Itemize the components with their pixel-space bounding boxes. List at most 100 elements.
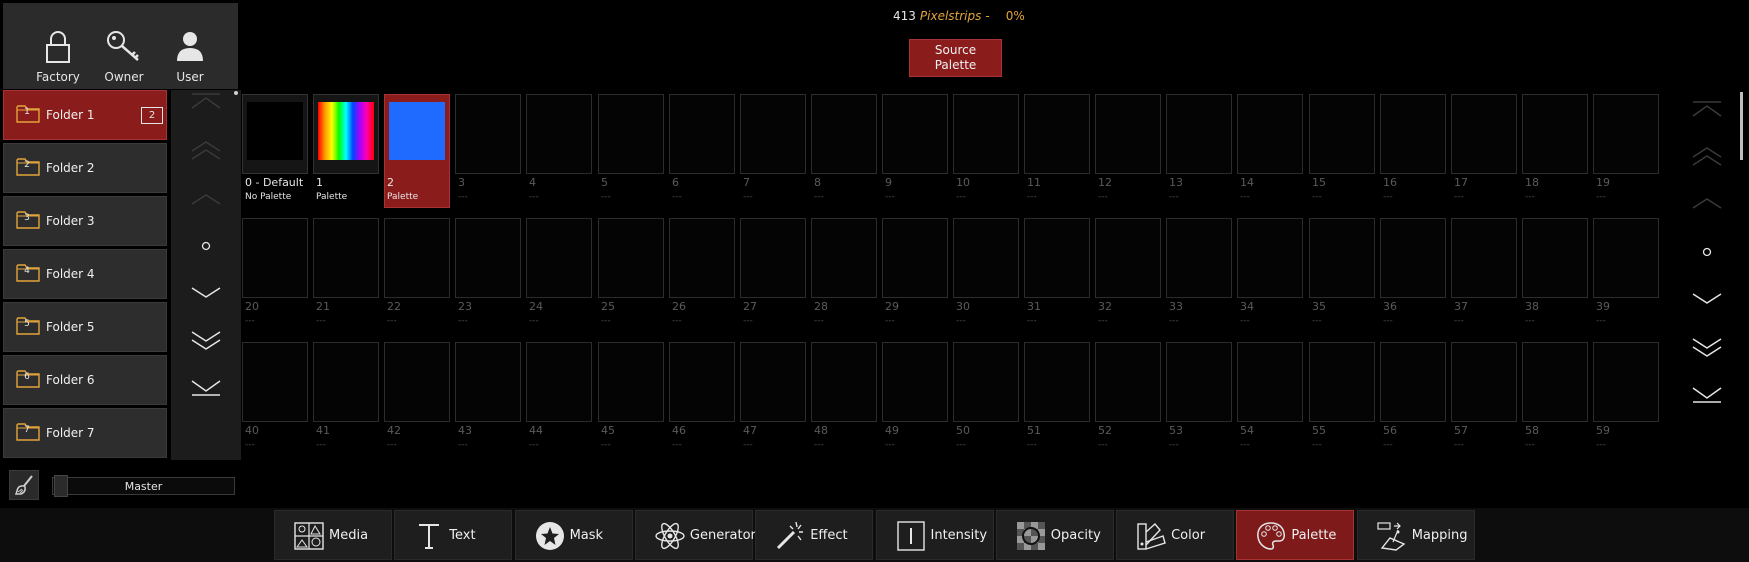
palette-slot-13[interactable] xyxy=(1166,94,1232,174)
tab-effect[interactable]: Effect xyxy=(755,510,874,560)
palette-slot-4[interactable] xyxy=(526,94,592,174)
palette-slot-label: 45 xyxy=(601,424,615,437)
folder-item[interactable]: 2 Folder 2 xyxy=(3,143,167,193)
tab-text[interactable]: Text xyxy=(394,510,513,560)
palette-slot-28[interactable] xyxy=(811,218,877,298)
palette-slot-56[interactable] xyxy=(1380,342,1446,422)
palette-slot-50[interactable] xyxy=(953,342,1019,422)
palette-slot-24[interactable] xyxy=(526,218,592,298)
palette-slot-31[interactable] xyxy=(1024,218,1090,298)
palette-slot-11[interactable] xyxy=(1024,94,1090,174)
palette-slot-1[interactable] xyxy=(313,94,379,174)
palette-slot-33[interactable] xyxy=(1166,218,1232,298)
palette-slot-27[interactable] xyxy=(740,218,806,298)
folder-item[interactable]: 6 Folder 6 xyxy=(3,355,167,405)
palette-slot-49[interactable] xyxy=(882,342,948,422)
palette-slot-0[interactable] xyxy=(242,94,308,174)
palette-slot-53[interactable] xyxy=(1166,342,1232,422)
palette-slot-21[interactable] xyxy=(313,218,379,298)
double-up-bar-button[interactable] xyxy=(1672,90,1742,130)
palette-slot-19[interactable] xyxy=(1593,94,1659,174)
palette-slot-51[interactable] xyxy=(1024,342,1090,422)
palette-slot-40[interactable] xyxy=(242,342,308,422)
palette-slot-44[interactable] xyxy=(526,342,592,422)
palette-slot-38[interactable] xyxy=(1522,218,1588,298)
tab-generator[interactable]: Generator xyxy=(634,510,756,560)
tab-intensity[interactable]: Intensity xyxy=(875,510,994,560)
palette-slot-36[interactable] xyxy=(1380,218,1446,298)
double-down-bar-button[interactable] xyxy=(171,367,241,407)
double-chevron-down-button[interactable] xyxy=(1672,327,1742,367)
tab-media[interactable]: Media xyxy=(274,510,392,560)
tab-color[interactable]: Color xyxy=(1116,510,1235,560)
palette-slot-35[interactable] xyxy=(1309,218,1375,298)
tab-mapping[interactable]: Mapping xyxy=(1356,510,1475,560)
master-fader[interactable]: Master xyxy=(52,475,235,497)
chevron-up-button[interactable] xyxy=(1672,184,1742,224)
palette-slot-20[interactable] xyxy=(242,218,308,298)
palette-slot-9[interactable] xyxy=(882,94,948,174)
palette-slot-57[interactable] xyxy=(1451,342,1517,422)
palette-slot-41[interactable] xyxy=(313,342,379,422)
palette-slot-29[interactable] xyxy=(882,218,948,298)
folder-item[interactable]: 7 Folder 7 xyxy=(3,408,167,458)
folder-item[interactable]: 1 Folder 1 2 xyxy=(3,90,167,140)
palette-slot-14[interactable] xyxy=(1237,94,1303,174)
palette-slot-32[interactable] xyxy=(1095,218,1161,298)
tab-palette[interactable]: Palette xyxy=(1236,510,1355,560)
tab-opacity[interactable]: Opacity xyxy=(995,510,1114,560)
palette-slot-58[interactable] xyxy=(1522,342,1588,422)
double-chevron-up-button[interactable] xyxy=(171,131,241,171)
palette-slot-12[interactable] xyxy=(1095,94,1161,174)
palette-slot-34[interactable] xyxy=(1237,218,1303,298)
source-palette-button[interactable]: Source Palette xyxy=(909,39,1002,77)
folder-item[interactable]: 4 Folder 4 xyxy=(3,249,167,299)
user-button[interactable]: User xyxy=(157,3,223,89)
owner-button[interactable]: Owner xyxy=(91,3,157,89)
palette-slot-37[interactable] xyxy=(1451,218,1517,298)
clear-button[interactable] xyxy=(9,470,39,500)
palette-slot-30[interactable] xyxy=(953,218,1019,298)
palette-slot-47[interactable] xyxy=(740,342,806,422)
folder-item[interactable]: 5 Folder 5 xyxy=(3,302,167,352)
grid-scrollbar[interactable] xyxy=(1740,92,1743,160)
palette-slot-39[interactable] xyxy=(1593,218,1659,298)
palette-slot-8[interactable] xyxy=(811,94,877,174)
palette-slot-16[interactable] xyxy=(1380,94,1446,174)
palette-slot-10[interactable] xyxy=(953,94,1019,174)
palette-slot-45[interactable] xyxy=(598,342,664,422)
double-chevron-up-button[interactable] xyxy=(1672,137,1742,177)
double-chevron-down-button[interactable] xyxy=(171,320,241,360)
palette-slot-26[interactable] xyxy=(669,218,735,298)
palette-slot-5[interactable] xyxy=(598,94,664,174)
palette-slot-59[interactable] xyxy=(1593,342,1659,422)
scroll-dot-button[interactable] xyxy=(1672,232,1742,272)
palette-slot-18[interactable] xyxy=(1522,94,1588,174)
palette-slot-7[interactable] xyxy=(740,94,806,174)
palette-slot-15[interactable] xyxy=(1309,94,1375,174)
palette-slot-42[interactable] xyxy=(384,342,450,422)
chevron-up-button[interactable] xyxy=(171,180,241,220)
palette-slot-55[interactable] xyxy=(1309,342,1375,422)
scroll-dot-button[interactable] xyxy=(171,226,241,266)
palette-slot-54[interactable] xyxy=(1237,342,1303,422)
double-up-bar-button[interactable] xyxy=(171,82,241,122)
palette-slot-3[interactable] xyxy=(455,94,521,174)
chevron-down-button[interactable] xyxy=(171,273,241,313)
folder-item[interactable]: 3 Folder 3 xyxy=(3,196,167,246)
palette-slot-2[interactable] xyxy=(384,94,450,208)
double-down-bar-button[interactable] xyxy=(1672,374,1742,414)
palette-slot-48[interactable] xyxy=(811,342,877,422)
palette-slot-6[interactable] xyxy=(669,94,735,174)
palette-slot-subtitle: --- xyxy=(1312,316,1322,326)
palette-slot-25[interactable] xyxy=(598,218,664,298)
tab-mask[interactable]: Mask xyxy=(514,510,633,560)
factory-button[interactable]: Factory xyxy=(25,3,91,89)
palette-slot-52[interactable] xyxy=(1095,342,1161,422)
palette-slot-17[interactable] xyxy=(1451,94,1517,174)
palette-slot-46[interactable] xyxy=(669,342,735,422)
palette-slot-22[interactable] xyxy=(384,218,450,298)
chevron-down-button[interactable] xyxy=(1672,279,1742,319)
palette-slot-43[interactable] xyxy=(455,342,521,422)
palette-slot-23[interactable] xyxy=(455,218,521,298)
